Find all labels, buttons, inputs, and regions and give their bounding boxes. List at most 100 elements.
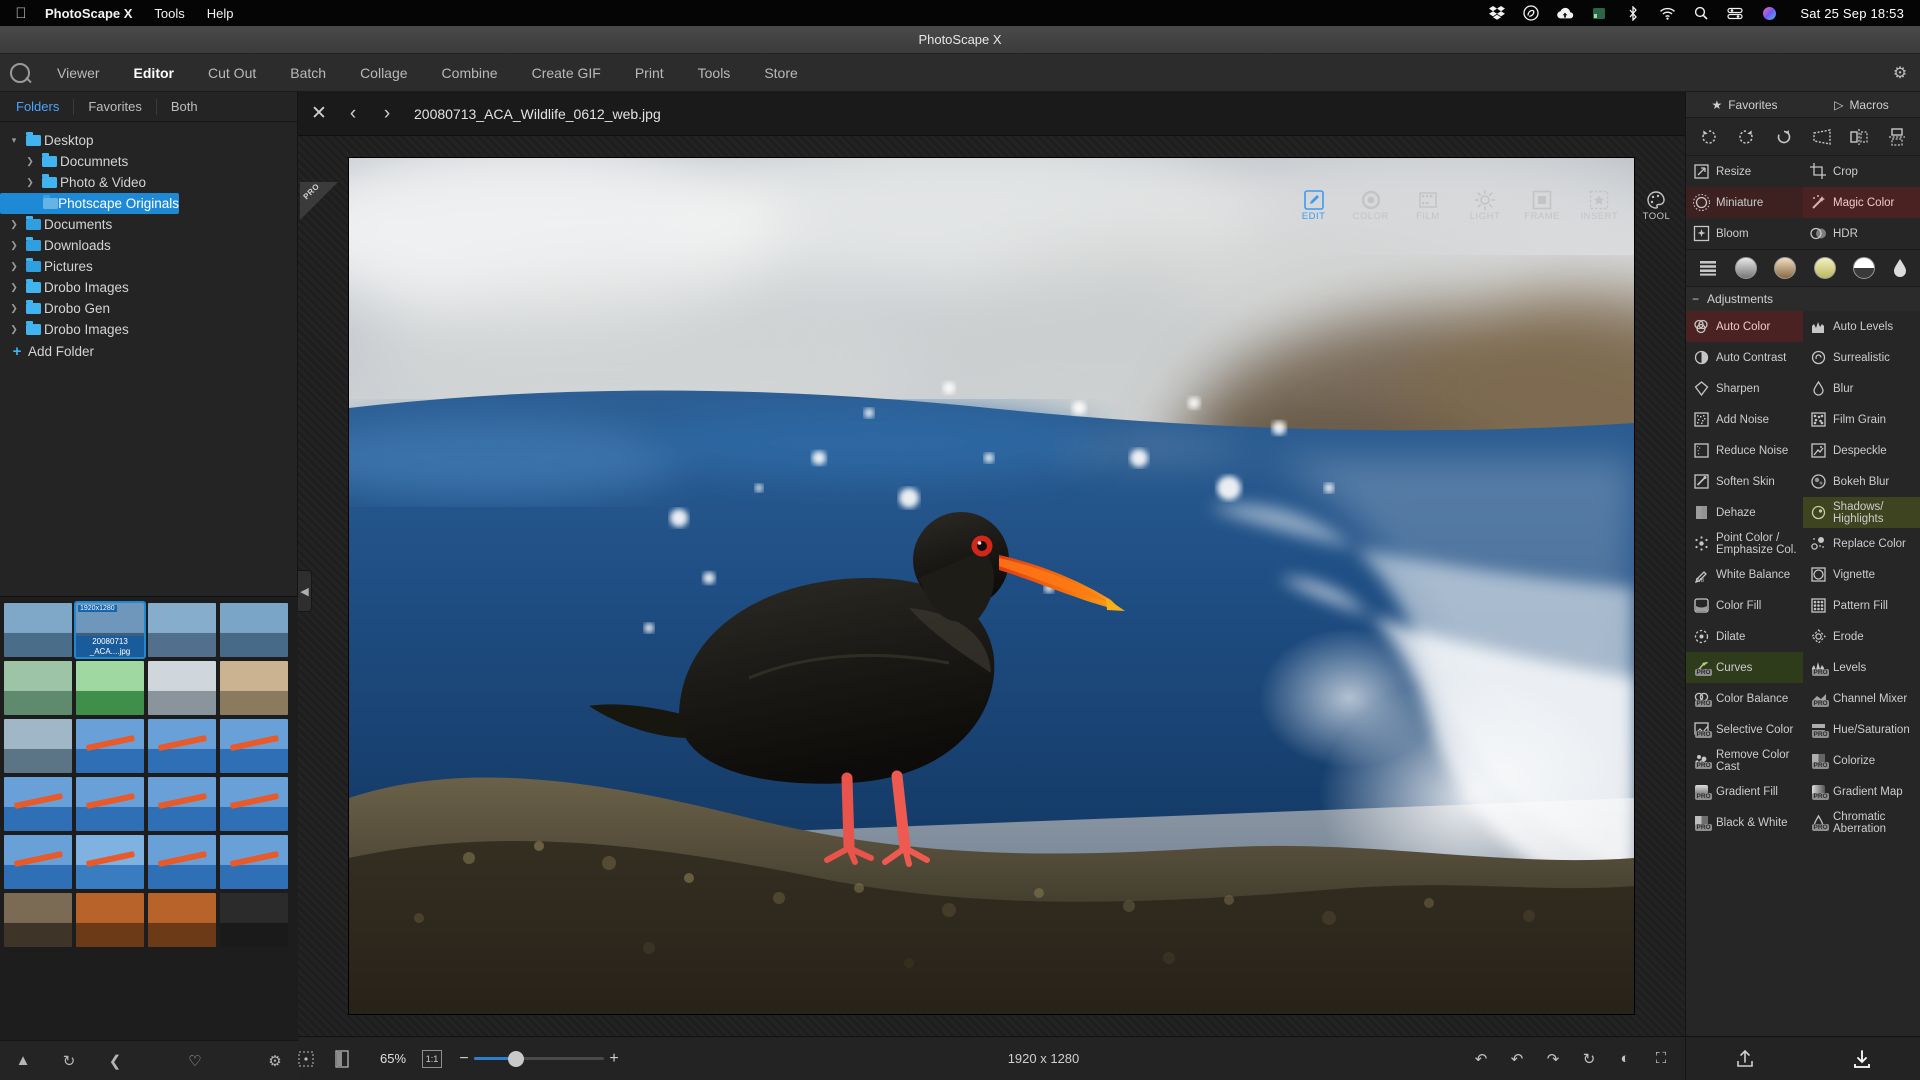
tool-crop[interactable]: Crop — [1803, 156, 1920, 187]
thumbnail-item[interactable] — [220, 777, 288, 831]
perspective-icon[interactable] — [1809, 124, 1835, 150]
battery-icon[interactable] — [1582, 7, 1616, 20]
menubar-clock[interactable]: Sat 25 Sep 18:53 — [1786, 6, 1912, 21]
gear-icon[interactable]: ⚙ — [252, 1052, 298, 1070]
home-icon[interactable]: ▲ — [0, 1052, 46, 1069]
tool-hdr[interactable]: HDR — [1803, 218, 1920, 249]
compare-icon[interactable] — [334, 1049, 370, 1068]
tab-viewer[interactable]: Viewer — [40, 54, 117, 92]
tool-chromatic-aberration[interactable]: PRO Chromatic Aberration — [1803, 807, 1920, 838]
undo-all-icon[interactable]: ↶ — [1463, 1050, 1499, 1068]
refresh-icon[interactable]: ↻ — [46, 1052, 92, 1070]
rotate-free-icon[interactable] — [1771, 124, 1797, 150]
filter-split-circle[interactable] — [1852, 257, 1875, 279]
tool-auto-contrast[interactable]: Auto Contrast — [1686, 342, 1803, 373]
tool-replace-color[interactable]: Replace Color — [1803, 528, 1920, 559]
tool-erode[interactable]: Erode — [1803, 621, 1920, 652]
add-folder-button[interactable]: + Add Folder — [0, 340, 297, 362]
close-icon[interactable]: ✕ — [302, 102, 336, 125]
chevron-right-icon[interactable]: ❯ — [22, 156, 38, 167]
menu-item-tools[interactable]: Tools — [143, 6, 195, 21]
minus-icon[interactable]: − — [1692, 292, 1699, 306]
tool-hue-saturation[interactable]: PRO Hue/Saturation — [1803, 714, 1920, 745]
tool-pattern-fill[interactable]: Pattern Fill — [1803, 590, 1920, 621]
apple-logo-icon[interactable]:  — [8, 5, 34, 22]
thumbnail-item[interactable] — [4, 661, 72, 715]
sidebar-collapse-handle[interactable]: ◀ — [298, 570, 312, 612]
thumbnail-item[interactable] — [76, 777, 144, 831]
tool-curves[interactable]: PRO Curves — [1686, 652, 1803, 683]
thumbnail-item[interactable] — [148, 835, 216, 889]
fit-screen-icon[interactable] — [298, 1051, 334, 1067]
thumbnail-item[interactable] — [4, 777, 72, 831]
menu-item-photoscape-x[interactable]: PhotoScape X — [34, 6, 143, 21]
tool-reduce-noise[interactable]: Reduce Noise — [1686, 435, 1803, 466]
siri-icon[interactable] — [1752, 6, 1786, 21]
zoom-slider[interactable]: − + — [454, 1050, 624, 1068]
before-after-icon[interactable]: ◐ — [1607, 1050, 1643, 1067]
fullscreen-icon[interactable]: ⛶ — [1643, 1050, 1679, 1067]
zoom-slider-knob[interactable] — [508, 1051, 524, 1067]
thumbnail-item[interactable] — [148, 777, 216, 831]
thumbnail-item[interactable] — [4, 893, 72, 947]
tool-channel-mixer[interactable]: PRO Channel Mixer — [1803, 683, 1920, 714]
tab-create-gif[interactable]: Create GIF — [515, 54, 618, 92]
creative-cloud-icon[interactable] — [1514, 5, 1548, 21]
thumbnail-item[interactable]: 1920x1280 20080713 _ACA....jpg — [74, 601, 146, 659]
chevron-right-icon[interactable]: ❯ — [6, 261, 22, 272]
back-icon[interactable]: ❮ — [92, 1052, 138, 1070]
folder-tree-item[interactable]: ❯ Documents — [0, 214, 297, 235]
favorites-button[interactable]: ★ Favorites — [1686, 98, 1803, 112]
thumbnail-strip[interactable]: 1920x1280 20080713 _ACA....jpg — [0, 596, 298, 1040]
tab-light[interactable]: LIGHT — [1456, 184, 1513, 228]
thumbnail-item[interactable] — [220, 603, 288, 657]
thumbnail-item[interactable] — [220, 893, 288, 947]
thumbnail-item[interactable] — [220, 835, 288, 889]
menu-item-help[interactable]: Help — [196, 6, 245, 21]
tool-levels[interactable]: PRO Levels — [1803, 652, 1920, 683]
photoscape-logo-icon[interactable] — [0, 54, 40, 92]
chevron-right-icon[interactable]: ❯ — [6, 303, 22, 314]
control-center-icon[interactable] — [1718, 7, 1752, 20]
undo-icon[interactable]: ↶ — [1499, 1050, 1535, 1068]
folder-tree-item[interactable]: ▾ Desktop — [0, 130, 297, 151]
share-icon[interactable] — [1735, 1049, 1755, 1069]
tool-shadows-highlights[interactable]: Shadows/Highlights — [1803, 497, 1920, 528]
rotate-left-icon[interactable] — [1696, 124, 1722, 150]
flip-vertical-icon[interactable] — [1884, 124, 1910, 150]
tool-magic-color[interactable]: Magic Color — [1803, 187, 1920, 218]
thumbnail-item[interactable] — [4, 603, 72, 657]
tool-surrealistic[interactable]: Surrealistic — [1803, 342, 1920, 373]
cloud-upload-icon[interactable] — [1548, 7, 1582, 20]
folder-tree-item[interactable]: Photscape Originals — [0, 193, 179, 214]
tab-combine[interactable]: Combine — [425, 54, 515, 92]
tool-blur[interactable]: Blur — [1803, 373, 1920, 404]
tool-black-white[interactable]: PRO Black & White — [1686, 807, 1803, 838]
redo-icon[interactable]: ↷ — [1535, 1050, 1571, 1068]
tool-sharpen[interactable]: Sharpen — [1686, 373, 1803, 404]
canvas-viewport[interactable]: PRO — [298, 136, 1685, 1036]
heart-icon[interactable]: ♡ — [172, 1052, 218, 1070]
tool-gradient-fill[interactable]: PRO Gradient Fill — [1686, 776, 1803, 807]
dropbox-icon[interactable] — [1480, 6, 1514, 20]
thumbnail-item[interactable] — [148, 661, 216, 715]
tool-dehaze[interactable]: Dehaze — [1686, 497, 1803, 528]
zoom-slider-track[interactable] — [474, 1051, 604, 1067]
tool-film-grain[interactable]: Film Grain — [1803, 404, 1920, 435]
thumbnail-item[interactable] — [148, 893, 216, 947]
macros-button[interactable]: ▷ Macros — [1803, 98, 1920, 112]
filter-sepia-circle[interactable] — [1774, 257, 1797, 279]
tool-color-fill[interactable]: Color Fill — [1686, 590, 1803, 621]
thumbnail-item[interactable] — [220, 661, 288, 715]
history-icon[interactable]: ↻ — [1571, 1050, 1607, 1068]
tab-film[interactable]: FILM — [1399, 184, 1456, 228]
drop-icon[interactable] — [1892, 258, 1908, 278]
gear-icon[interactable]: ⚙ — [1880, 63, 1920, 83]
tool-bokeh-blur[interactable]: Bokeh Blur — [1803, 466, 1920, 497]
thumbnail-item[interactable] — [4, 719, 72, 773]
chevron-left-icon[interactable]: ‹ — [336, 103, 370, 125]
flip-horizontal-icon[interactable] — [1846, 124, 1872, 150]
thumbnail-item[interactable] — [148, 719, 216, 773]
thumbnail-item[interactable] — [76, 835, 144, 889]
tool-vignette[interactable]: Vignette — [1803, 559, 1920, 590]
